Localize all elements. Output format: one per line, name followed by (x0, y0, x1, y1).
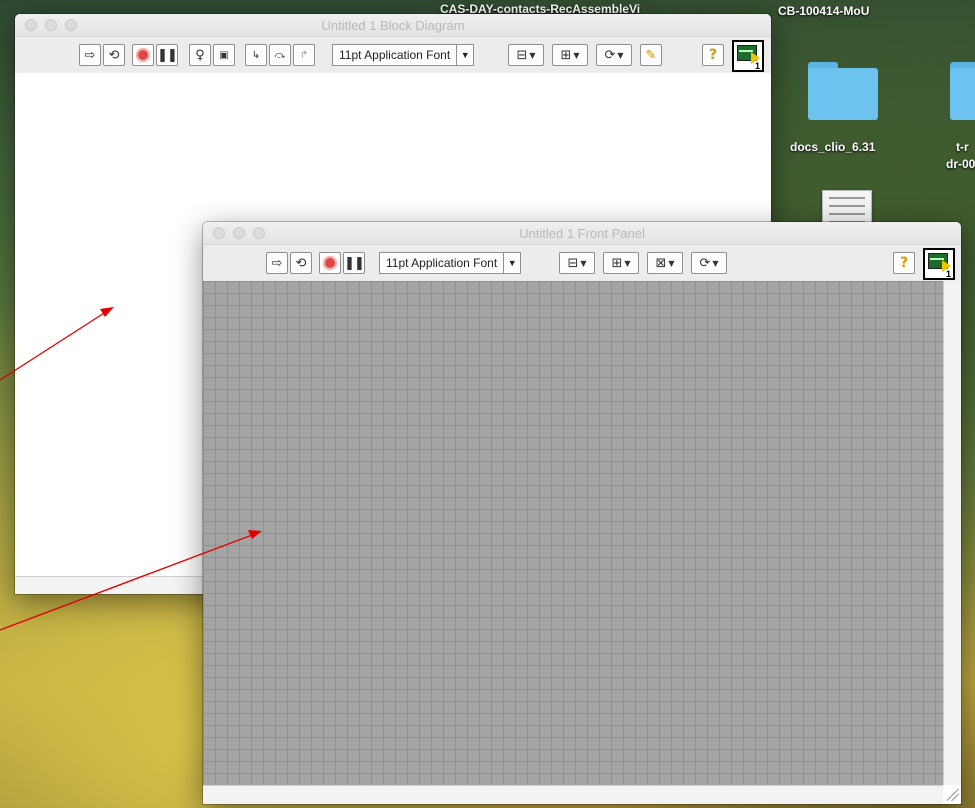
run-continuous-icon[interactable]: ⟲ (290, 252, 312, 274)
desktop-folder-label-2[interactable]: t-r (956, 140, 969, 154)
horizontal-scrollbar[interactable] (203, 785, 943, 804)
retain-wire-values-icon[interactable]: ▣ (213, 44, 235, 66)
context-help-icon[interactable]: ? (702, 44, 724, 66)
font-selector-label: 11pt Application Font (380, 253, 505, 273)
front-panel-window[interactable]: Untitled 1 Front Panel ⇨ ⟲ ❚❚ 11pt Appli… (203, 222, 961, 804)
front-panel-grid-canvas[interactable] (203, 281, 943, 785)
reorder-icon[interactable]: ⟳ ▼ (691, 252, 727, 274)
font-selector[interactable]: 11pt Application Font ▼ (332, 44, 475, 66)
pause-icon[interactable]: ❚❚ (156, 44, 178, 66)
desktop-folder-icon-2[interactable] (950, 62, 975, 120)
abort-icon[interactable] (132, 44, 154, 66)
align-objects-icon[interactable]: ⊟ ▼ (508, 44, 544, 66)
resize-objects-icon[interactable]: ⊠ ▼ (647, 252, 683, 274)
resize-grip-icon[interactable] (947, 789, 959, 801)
block-diagram-toolbar: ⇨ ⟲ ❚❚ ♀ ▣ ↳ ⤼ ↱ 11pt Application Font ▼… (15, 37, 771, 74)
reorder-icon[interactable]: ⟳ ▼ (596, 44, 632, 66)
step-out-icon[interactable]: ↱ (293, 44, 315, 66)
step-into-icon[interactable]: ↳ (245, 44, 267, 66)
block-diagram-titlebar[interactable]: Untitled 1 Block Diagram (15, 14, 771, 37)
context-help-icon[interactable]: ? (893, 252, 915, 274)
run-continuous-icon[interactable]: ⟲ (103, 44, 125, 66)
desktop-folder-icon[interactable] (808, 62, 878, 120)
vi-icon-number: 1 (945, 269, 951, 279)
vi-icon[interactable]: 1 (732, 40, 764, 72)
window-title: Untitled 1 Front Panel (519, 226, 645, 241)
distribute-objects-icon[interactable]: ⊞ ▼ (552, 44, 588, 66)
run-arrow-icon[interactable]: ⇨ (266, 252, 288, 274)
front-panel-toolbar: ⇨ ⟲ ❚❚ 11pt Application Font ▼ ⊟ ▼ ⊞ ▼ ⊠ ▼ … (203, 245, 961, 282)
font-selector-label: 11pt Application Font (333, 45, 458, 65)
align-objects-icon[interactable]: ⊟ ▼ (559, 252, 595, 274)
highlight-execution-icon[interactable]: ♀ (189, 44, 211, 66)
desktop-folder-label-3[interactable]: dr-001 (946, 157, 975, 171)
abort-icon[interactable] (319, 252, 341, 274)
distribute-objects-icon[interactable]: ⊞ ▼ (603, 252, 639, 274)
desktop-folder-label[interactable]: docs_clio_6.31 (790, 140, 875, 154)
step-over-icon[interactable]: ⤼ (269, 44, 291, 66)
desktop-label-cb-mou[interactable]: CB-100414-MoU (778, 4, 869, 18)
vi-icon-number: 1 (754, 61, 760, 71)
font-selector[interactable]: 11pt Application Font ▼ (379, 252, 522, 274)
clean-up-diagram-icon[interactable]: ✎ (640, 44, 662, 66)
vi-icon[interactable]: 1 (923, 248, 955, 280)
window-title: Untitled 1 Block Diagram (321, 18, 465, 33)
front-panel-titlebar[interactable]: Untitled 1 Front Panel (203, 222, 961, 245)
run-arrow-icon[interactable]: ⇨ (79, 44, 101, 66)
pause-icon[interactable]: ❚❚ (343, 252, 365, 274)
chevron-down-icon: ▼ (507, 258, 517, 268)
vertical-scrollbar[interactable] (943, 281, 961, 785)
chevron-down-icon: ▼ (460, 50, 470, 60)
